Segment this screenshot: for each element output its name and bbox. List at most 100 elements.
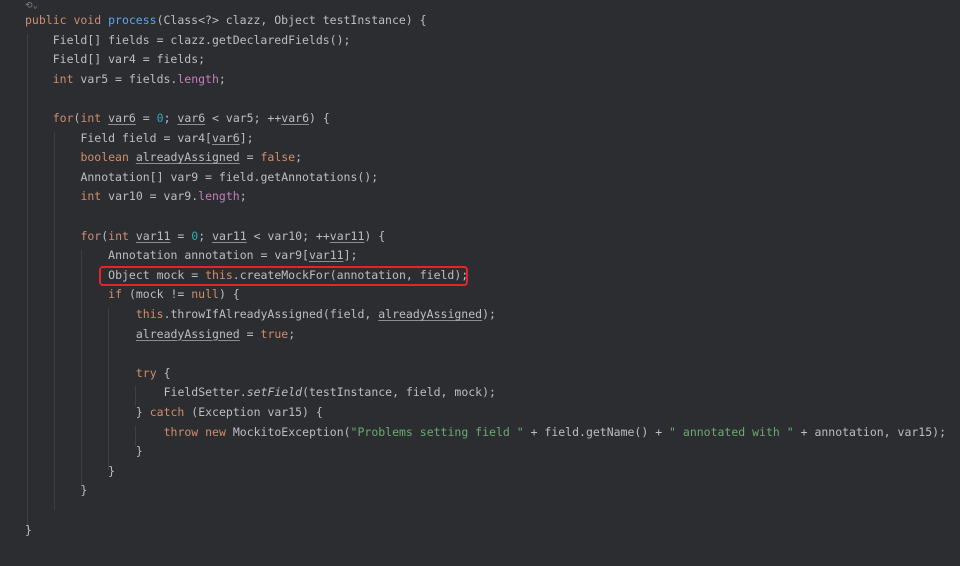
code-line: } [80,481,87,501]
code-line: alreadyAssigned = true; [136,325,295,345]
code-token: { [163,365,171,380]
code-line: Annotation[] var9 = field.getAnnotations… [80,168,378,188]
code-token: ) { [309,111,330,125]
code-token: 0 [156,111,164,125]
code-token: alreadyAssigned [378,307,483,321]
code-token: = [239,150,261,165]
code-line: this.throwIfAlreadyAssigned(field, alrea… [136,305,496,325]
code-token: = [170,228,192,243]
code-token: int [80,189,109,204]
code-line: FieldSetter.setField(testInstance, field… [164,383,496,403]
code-token: ; [295,150,303,165]
code-token: ]; [343,248,358,263]
code-line: boolean alreadyAssigned = false; [80,148,302,168]
code-token: var5 = fields. [80,71,178,86]
code-token: + annotation, var15); [793,424,946,439]
code-token: } [108,463,116,478]
code-line: Field[] fields = clazz.getDeclaredFields… [53,31,351,51]
code-token: int [108,228,136,243]
code-token: var10 = var9. [108,189,199,204]
code-line: int var5 = fields.length; [53,70,226,90]
code-line: Field[] var4 = fields; [53,50,205,70]
code-token: catch [149,405,192,419]
indent-guide [81,250,82,490]
code-token: Annotation annotation = var9[ [108,248,309,263]
code-token: + field.getName() + [523,424,670,439]
code-token: var6 [212,130,240,145]
code-token: int [80,111,109,125]
code-token: setField [246,385,303,400]
code-token: Field[] fields = clazz.getDeclaredFields… [52,32,351,47]
code-token: length [198,189,240,204]
code-token: } [25,522,32,537]
code-token: < var5; ++ [205,111,282,125]
code-token: Annotation[] var9 = field.getAnnotations… [80,169,379,184]
code-token: ; [288,326,296,341]
code-token: process [108,13,157,27]
code-token: boolean [80,150,136,165]
code-token: ]; [239,130,254,145]
code-token: for [80,228,102,243]
code-token: (testInstance, field, mock); [302,385,496,400]
code-token: true [260,326,289,341]
code-token: var11 [308,248,344,263]
code-token: throw new [163,424,233,439]
code-line: } [136,442,143,462]
code-line: for(int var11 = 0; var11 < var10; ++var1… [80,227,385,247]
code-token: false [260,150,296,165]
code-token: var6 [177,111,206,125]
indent-guide [54,132,55,510]
code-token: (mock != [128,287,192,302]
code-token: = [135,111,157,125]
code-token: (Exception var15) { [191,405,323,419]
code-line: try { [136,364,171,384]
code-token: try [135,365,164,380]
code-token: this [135,307,164,321]
code-editor[interactable]: ⟲⌄ public void process(Class<?> clazz, O… [0,0,960,566]
code-token: ; [239,189,247,204]
code-token: var11 [329,228,365,243]
code-token: length [177,71,219,86]
code-line: } catch (Exception var15) { [136,403,323,423]
code-token: (Class<?> clazz, Object testInstance) { [156,13,427,27]
code-token: " annotated with " [669,424,794,439]
highlight-box [99,266,468,286]
code-token: var6 [108,111,136,125]
indent-guide [108,308,109,470]
code-token: FieldSetter. [163,385,247,400]
code-token: MockitoException( [232,424,351,439]
code-token: = [239,326,261,341]
code-token: Field field = var4[ [80,130,212,145]
code-line: Annotation annotation = var9[var11]; [108,246,357,266]
code-token: ; [218,71,226,86]
code-token: if [108,287,129,302]
code-line: Field field = var4[var6]; [80,129,253,149]
code-token: var11 [135,228,171,243]
code-token: var11 [212,228,247,243]
code-token: var6 [281,111,309,125]
code-token: "Problems setting field " [350,424,524,439]
code-line: } [108,462,115,482]
code-token: ) { [364,228,386,243]
code-token: .throwIfAlreadyAssigned(field, [163,307,379,321]
code-token: alreadyAssigned [135,150,240,165]
code-token: public void [25,13,109,27]
code-token: for [52,111,74,125]
code-token: alreadyAssigned [135,326,240,341]
code-token: null [191,287,219,302]
code-token: int [52,71,81,86]
indent-guide [27,34,28,530]
code-token: ) { [218,287,240,302]
code-line: throw new MockitoException("Problems set… [164,423,946,443]
code-token: < var10; ++ [246,228,330,243]
code-line: for(int var6 = 0; var6 < var5; ++var6) { [53,109,330,129]
code-token: } [135,444,143,459]
code-token: ); [482,307,496,321]
code-token: } [135,405,150,419]
code-token: } [80,483,88,498]
code-token: Field[] var4 = fields; [52,52,206,67]
code-line: if (mock != null) { [108,285,240,305]
code-token: ; [163,111,178,125]
code-line: } [25,521,32,541]
code-token: ; [198,228,213,243]
